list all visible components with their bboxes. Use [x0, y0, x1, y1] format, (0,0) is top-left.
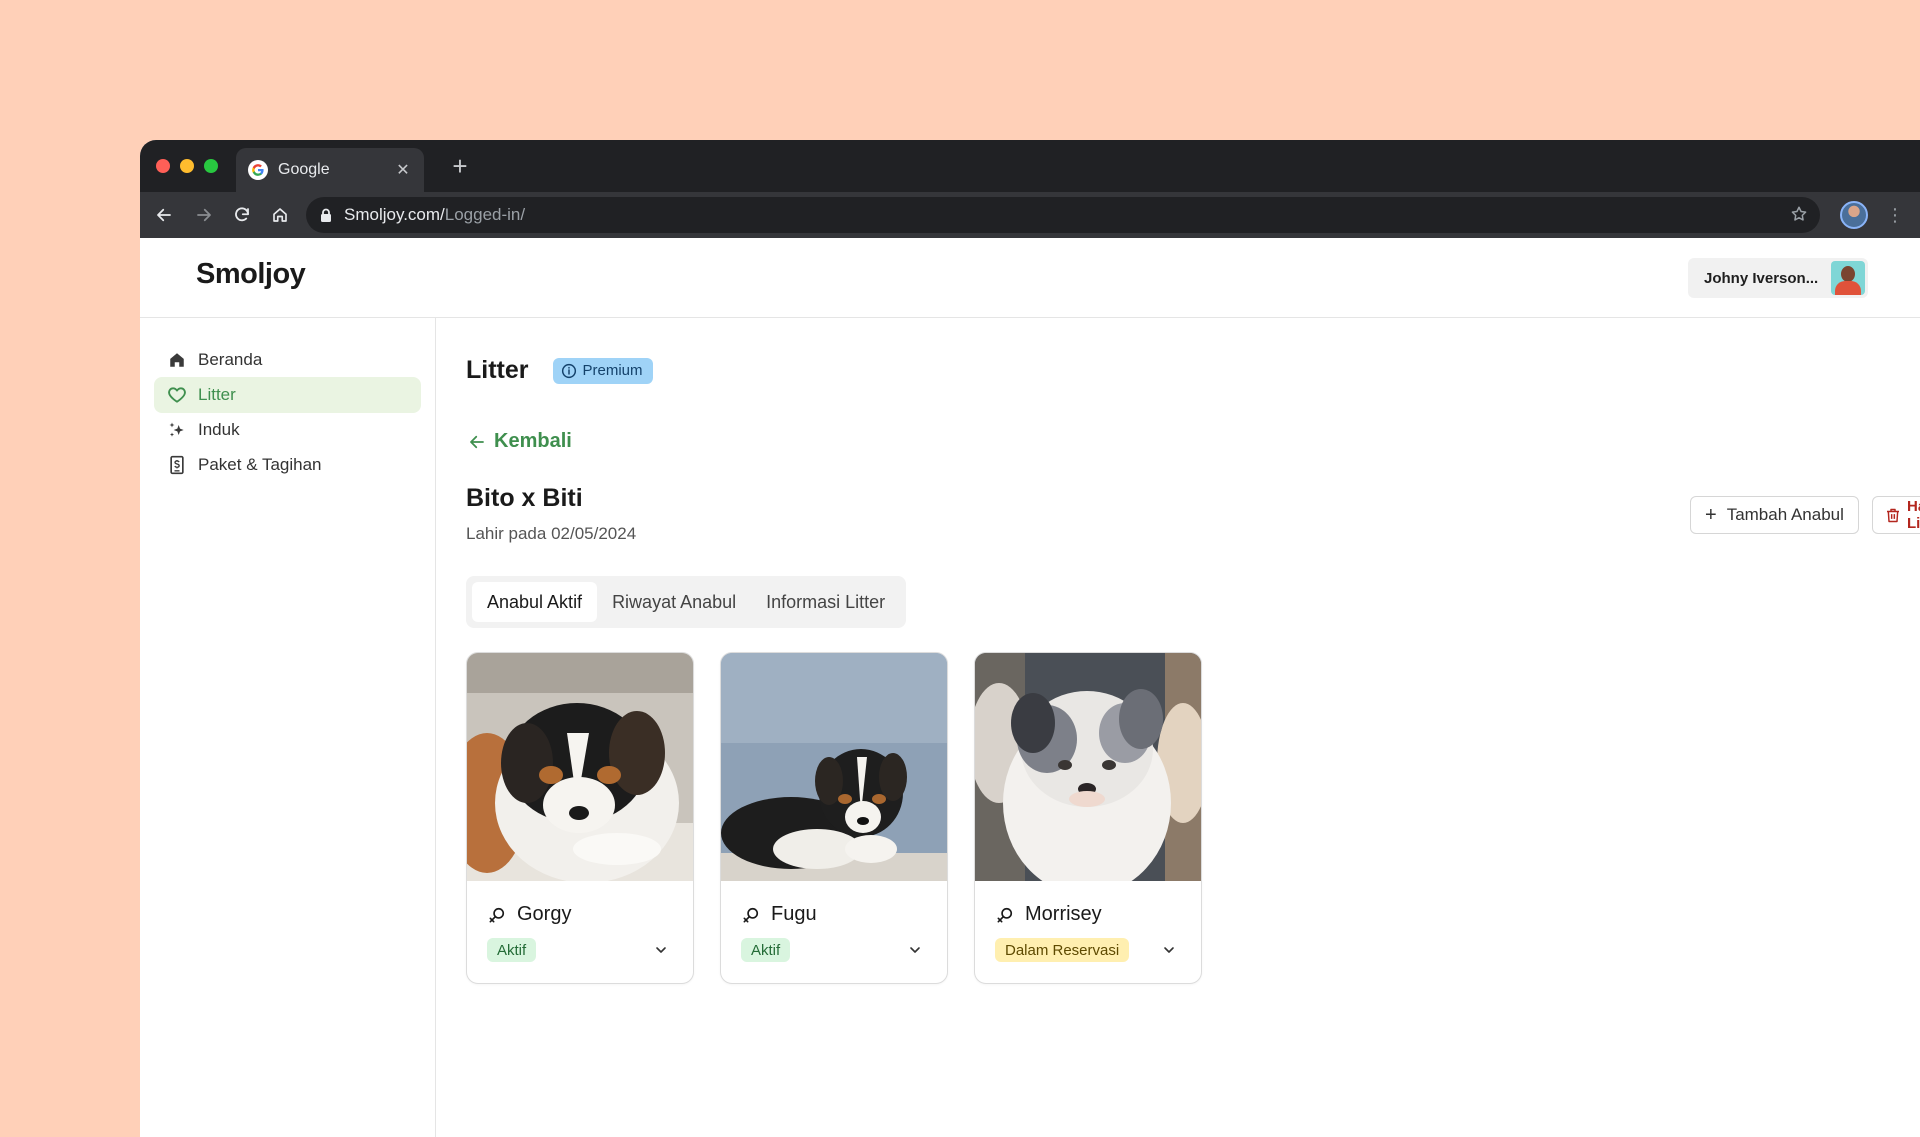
sidebar: Beranda Litter Induk Paket & Tagihan	[140, 318, 436, 1137]
litter-tabs: Anabul Aktif Riwayat Anabul Informasi Li…	[466, 576, 907, 628]
maximize-window-button[interactable]	[204, 159, 218, 173]
user-name: Johny Iverson...	[1704, 269, 1819, 287]
premium-badge-label: Premium	[582, 362, 643, 379]
status-badge: Aktif	[741, 938, 791, 962]
trash-icon	[1885, 507, 1901, 524]
back-arrow-icon[interactable]	[152, 203, 176, 227]
browser-tab-bar: Google ✕ +	[140, 140, 1920, 192]
puppy-card[interactable]: Morrisey Dalam Reservasi	[974, 652, 1202, 984]
status-badge: Dalam Reservasi	[995, 938, 1130, 962]
main-content: Litter Premium Kembali Bito x Biti Lahir…	[466, 318, 1920, 1137]
app-header: Smoljoy Johny Iverson...	[140, 238, 1920, 318]
tab-informasi-litter[interactable]: Informasi Litter	[751, 582, 900, 622]
female-gender-icon	[741, 905, 761, 925]
puppy-name: Fugu	[771, 903, 817, 925]
sidebar-item-induk[interactable]: Induk	[154, 412, 421, 448]
sidebar-item-litter[interactable]: Litter	[154, 377, 421, 413]
add-puppy-button[interactable]: + Tambah Anabul	[1690, 496, 1859, 534]
lock-icon	[320, 208, 332, 222]
bookmark-star-icon[interactable]	[1790, 205, 1808, 228]
tab-title: Google	[278, 161, 330, 178]
sidebar-item-beranda[interactable]: Beranda	[154, 342, 421, 378]
delete-litter-button[interactable]: Hapus Litter	[1872, 496, 1920, 534]
premium-badge: Premium	[552, 357, 653, 384]
female-gender-icon	[487, 905, 507, 925]
tab-close-icon[interactable]: ✕	[394, 160, 412, 180]
puppy-card-list: Gorgy Aktif Fugu Aktif Morrisey Dalam Re…	[466, 652, 1202, 984]
home-icon	[166, 349, 188, 371]
browser-toolbar: Smoljoy.com/Logged-in/ ⋮	[140, 192, 1920, 238]
litter-name: Bito x Biti	[466, 484, 583, 512]
minimize-window-button[interactable]	[180, 159, 194, 173]
puppy-photo	[721, 653, 947, 881]
sidebar-item-label: Litter	[198, 385, 236, 404]
back-link[interactable]: Kembali	[468, 430, 572, 453]
reload-icon[interactable]	[230, 203, 254, 227]
female-gender-icon	[995, 905, 1015, 925]
chevron-down-icon[interactable]	[653, 942, 669, 958]
address-bar[interactable]: Smoljoy.com/Logged-in/	[306, 197, 1820, 233]
plus-icon: +	[1705, 503, 1717, 526]
puppy-photo	[467, 653, 693, 881]
url-path: Logged-in/	[444, 205, 526, 224]
birth-date: Lahir pada 02/05/2024	[466, 524, 637, 543]
puppy-name: Morrisey	[1025, 903, 1102, 925]
forward-arrow-icon[interactable]	[192, 203, 216, 227]
puppy-card[interactable]: Fugu Aktif	[720, 652, 948, 984]
browser-window: Google ✕ + Smoljoy.com/Logged-in/ ⋮ Smol…	[140, 140, 1920, 1137]
info-icon	[561, 363, 577, 379]
window-controls	[156, 159, 218, 173]
puppy-photo	[975, 653, 1201, 881]
tab-anabul-aktif[interactable]: Anabul Aktif	[472, 582, 598, 622]
puppy-name: Gorgy	[517, 903, 572, 925]
sparkle-icon	[166, 419, 188, 441]
status-badge: Aktif	[487, 938, 537, 962]
arrow-left-icon	[468, 433, 486, 451]
close-window-button[interactable]	[156, 159, 170, 173]
delete-litter-label: Hapus Litter	[1907, 498, 1920, 532]
chevron-down-icon[interactable]	[1161, 942, 1177, 958]
browser-tab[interactable]: Google ✕	[236, 148, 424, 192]
new-tab-button[interactable]: +	[446, 153, 474, 179]
tab-riwayat-anabul[interactable]: Riwayat Anabul	[597, 582, 751, 622]
home-browser-icon[interactable]	[268, 203, 292, 227]
add-puppy-label: Tambah Anabul	[1726, 505, 1844, 524]
user-avatar	[1831, 261, 1865, 295]
sidebar-item-label: Paket & Tagihan	[198, 455, 322, 474]
page-title-row: Litter Premium	[466, 356, 653, 385]
google-favicon-icon	[248, 160, 268, 180]
puppy-card[interactable]: Gorgy Aktif	[466, 652, 694, 984]
receipt-icon	[166, 454, 188, 476]
browser-menu-icon[interactable]: ⋮	[1886, 203, 1904, 227]
user-menu[interactable]: Johny Iverson...	[1688, 258, 1868, 298]
browser-profile-avatar[interactable]	[1840, 201, 1868, 229]
sidebar-item-paket-tagihan[interactable]: Paket & Tagihan	[154, 447, 421, 483]
chevron-down-icon[interactable]	[907, 942, 923, 958]
app-logo[interactable]: Smoljoy	[196, 258, 306, 291]
url-host: Smoljoy.com/	[344, 205, 445, 224]
page-title: Litter	[466, 356, 529, 384]
sidebar-item-label: Beranda	[198, 350, 263, 369]
heart-icon	[166, 384, 188, 406]
back-link-label: Kembali	[494, 430, 572, 452]
sidebar-item-label: Induk	[198, 420, 240, 439]
